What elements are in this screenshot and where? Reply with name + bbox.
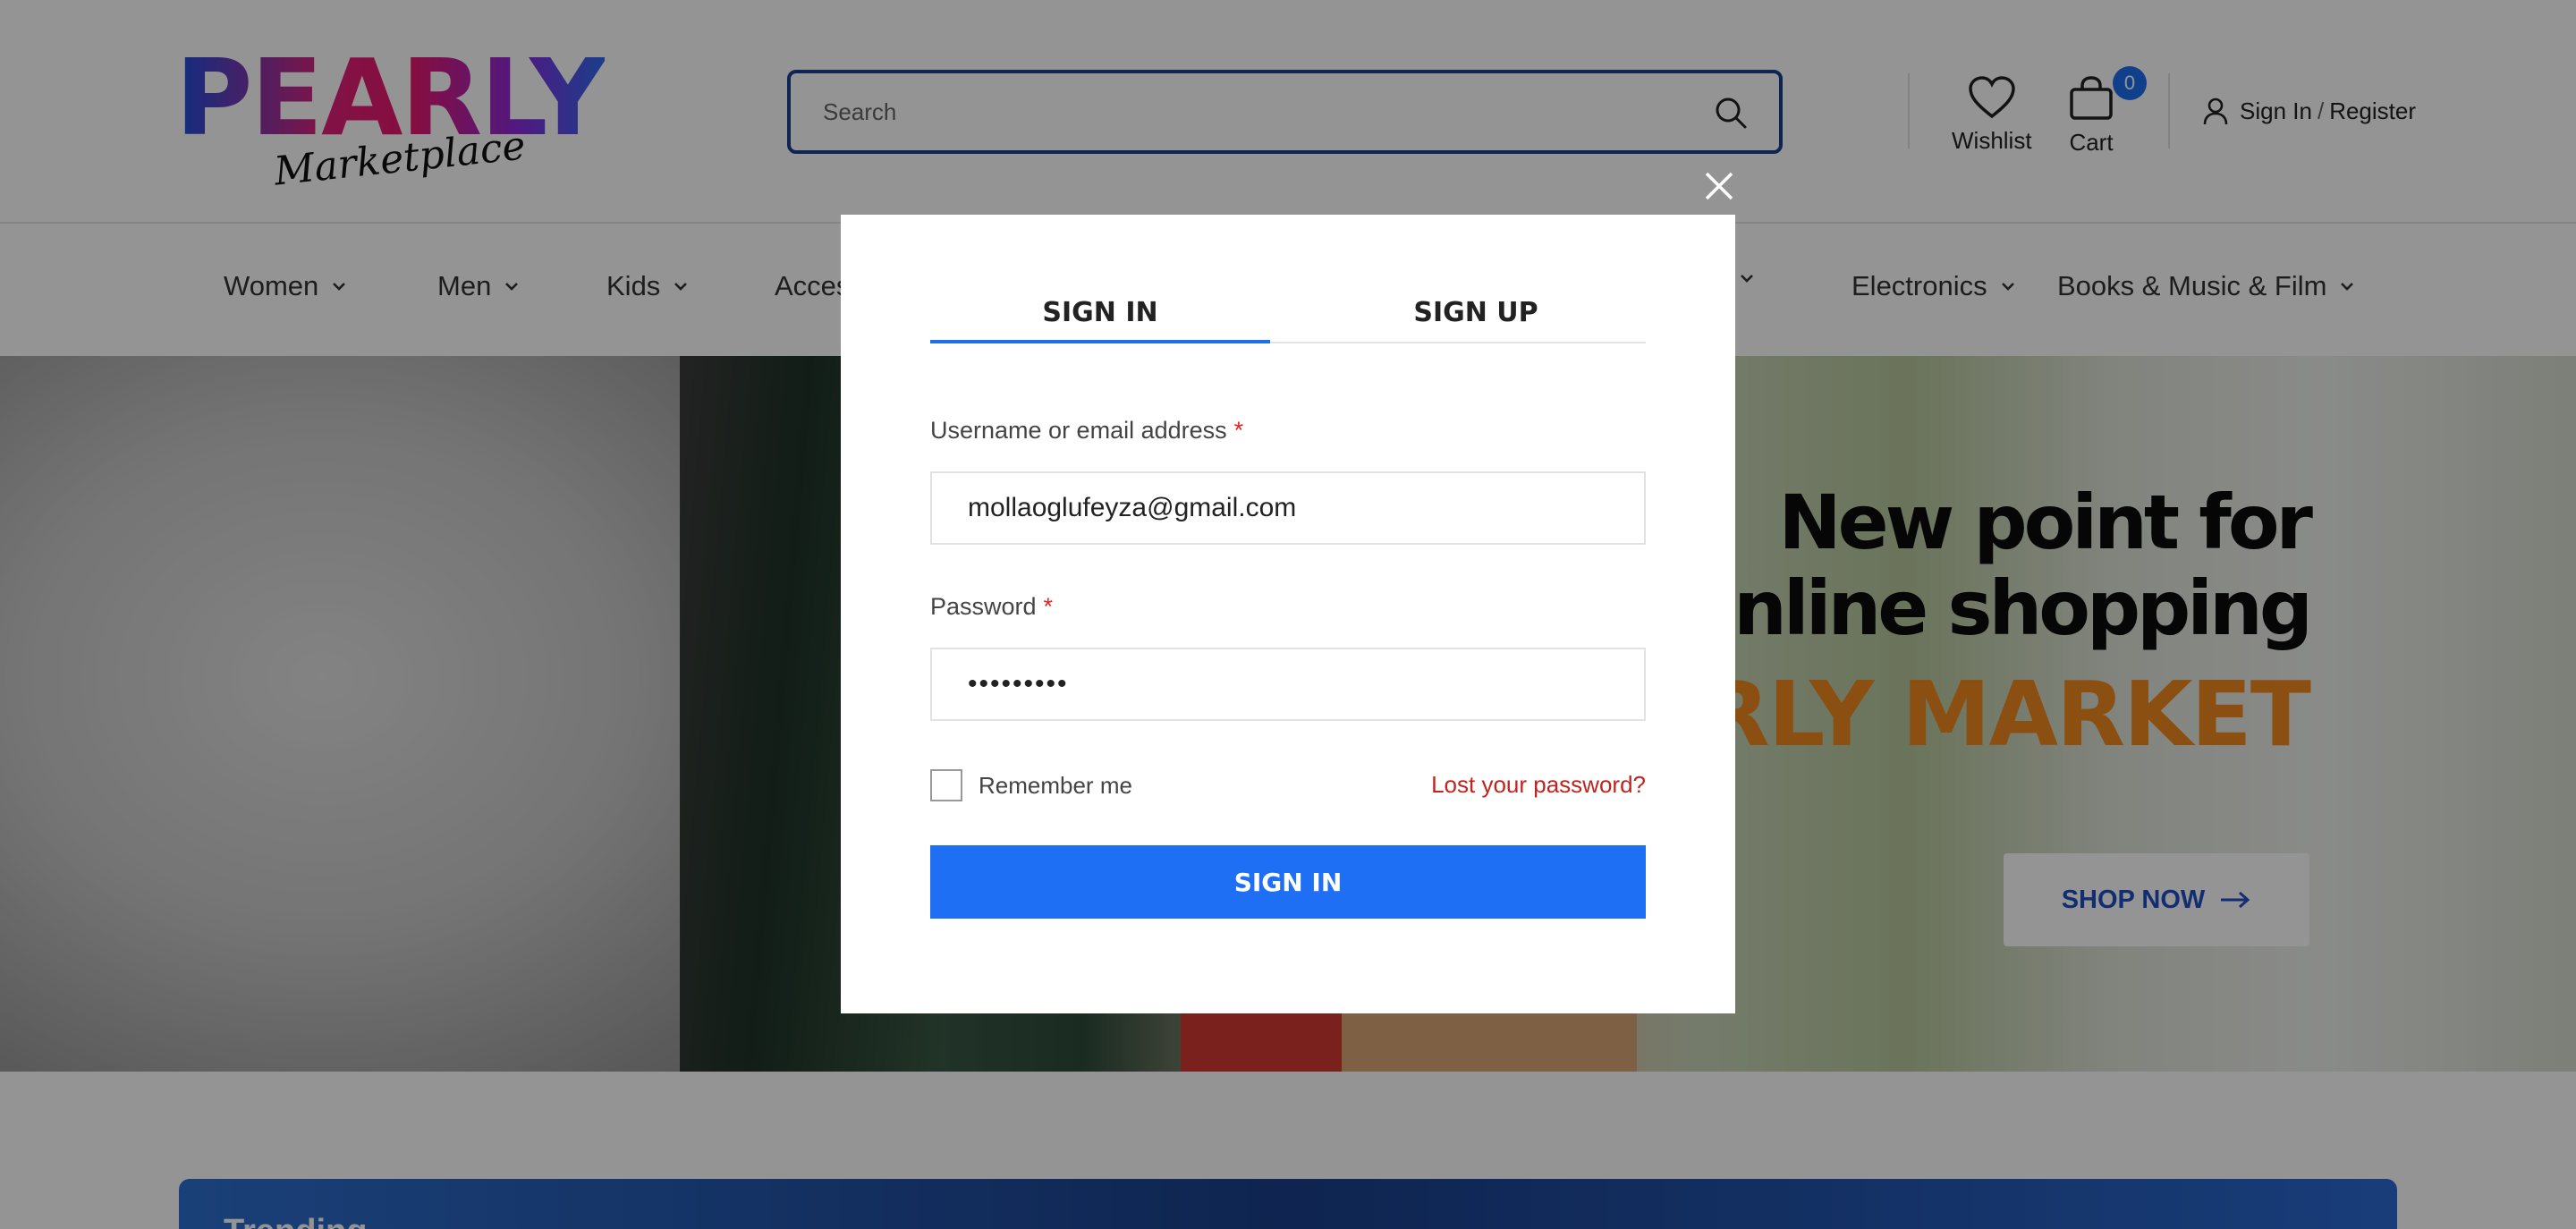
required-marker: * (1233, 417, 1244, 444)
password-label: Password * (930, 593, 1053, 621)
username-input[interactable] (930, 471, 1646, 545)
auth-tabs: SIGN IN SIGN UP (930, 293, 1646, 343)
remember-me[interactable]: Remember me (930, 769, 1132, 801)
password-input[interactable] (930, 648, 1646, 721)
tab-sign-up[interactable]: SIGN UP (1306, 293, 1646, 343)
sign-in-submit-button[interactable]: SIGN IN (930, 845, 1646, 919)
password-label-text: Password (930, 593, 1037, 620)
tab-sign-in[interactable]: SIGN IN (930, 293, 1270, 343)
remember-me-label: Remember me (979, 771, 1132, 799)
required-marker: * (1043, 593, 1054, 620)
username-label: Username or email address * (930, 417, 1243, 445)
remember-me-checkbox[interactable] (930, 769, 962, 801)
login-modal: SIGN IN SIGN UP Username or email addres… (841, 215, 1735, 1013)
lost-password-link[interactable]: Lost your password? (1431, 771, 1646, 799)
username-label-text: Username or email address (930, 417, 1227, 444)
close-icon[interactable] (1703, 170, 1735, 202)
